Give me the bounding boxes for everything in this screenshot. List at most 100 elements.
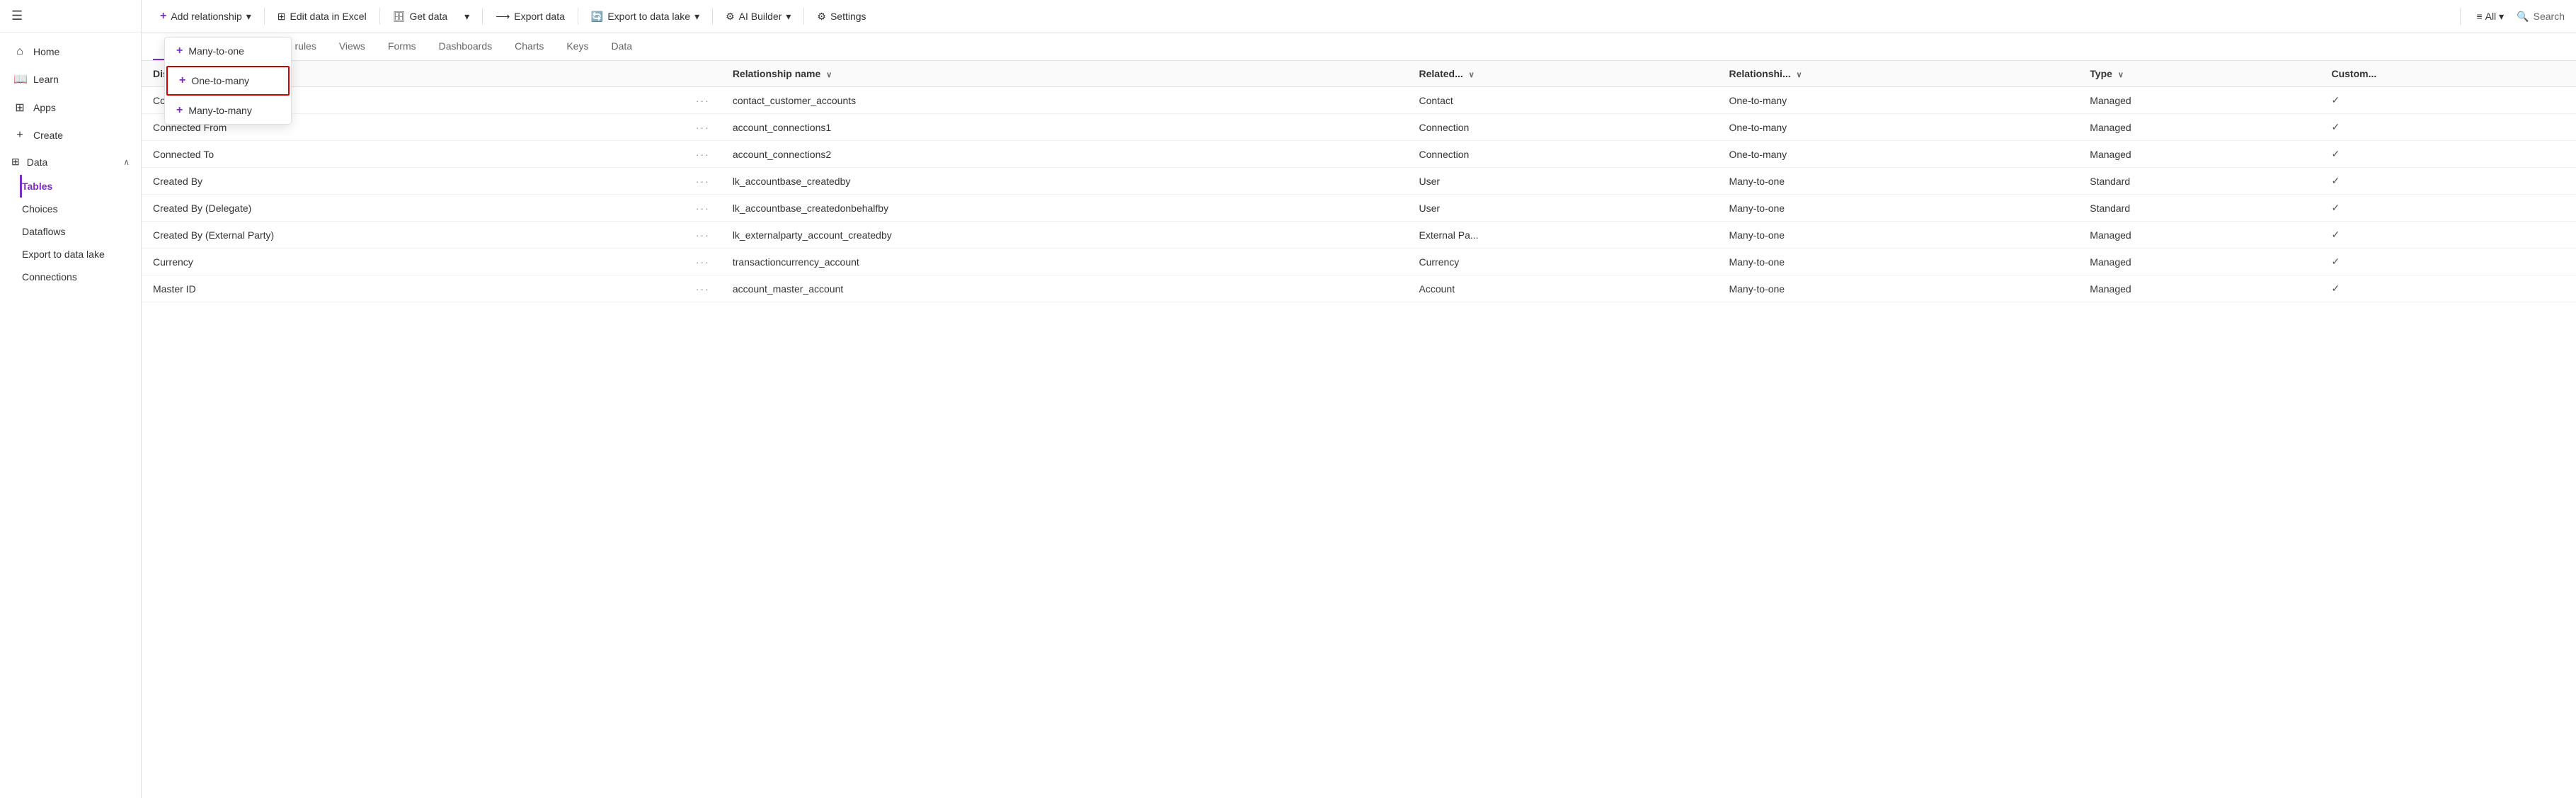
cell-relationship-type: Many-to-one xyxy=(1717,195,2078,222)
cell-relationship-type: One-to-many xyxy=(1717,87,2078,114)
cell-related: Contact xyxy=(1408,87,1718,114)
hamburger-menu[interactable]: ☰ xyxy=(11,8,23,23)
tabs-bar: Relationships Business rules Views Forms… xyxy=(142,33,2576,61)
cell-dots[interactable]: ··· xyxy=(685,141,721,168)
cell-dots[interactable]: ··· xyxy=(685,275,721,302)
cell-dots[interactable]: ··· xyxy=(685,87,721,114)
cell-relationship-type: One-to-many xyxy=(1717,141,2078,168)
apps-icon: ⊞ xyxy=(13,101,26,115)
all-filter-button[interactable]: ≡ All ▾ xyxy=(2469,6,2511,27)
cell-custom: ✓ xyxy=(2320,222,2576,249)
tab-dashboards[interactable]: Dashboards xyxy=(428,33,504,60)
tab-keys-label: Keys xyxy=(566,40,588,52)
sidebar-item-learn[interactable]: 📖 Learn xyxy=(0,65,141,93)
sidebar-item-apps-label: Apps xyxy=(33,102,56,113)
settings-label: Settings xyxy=(830,11,866,22)
cell-relationship-type: Many-to-one xyxy=(1717,222,2078,249)
rel-type-sort: ∨ xyxy=(1797,70,1802,79)
data-chevron-icon: ∧ xyxy=(123,157,130,167)
one-to-many-option[interactable]: + One-to-many xyxy=(166,66,290,96)
export-lake-button[interactable]: 🔄 Export to data lake ▾ xyxy=(584,6,706,27)
cell-relationship-name: account_connections1 xyxy=(721,114,1408,141)
cell-type: Managed xyxy=(2078,141,2320,168)
add-relationship-button[interactable]: + Add relationship ▾ xyxy=(153,6,258,27)
toolbar: + Add relationship ▾ + Many-to-one + One… xyxy=(142,0,2576,33)
cell-display-name: Created By xyxy=(142,168,685,195)
many-to-one-option[interactable]: + Many-to-one xyxy=(165,38,291,64)
col-header-related[interactable]: Related... ∨ xyxy=(1408,61,1718,87)
all-filter-label: All xyxy=(2485,11,2497,22)
cell-dots[interactable]: ··· xyxy=(685,222,721,249)
cell-dots[interactable]: ··· xyxy=(685,249,721,275)
sidebar-item-home[interactable]: ⌂ Home xyxy=(0,38,141,65)
tab-data[interactable]: Data xyxy=(600,33,643,60)
tab-forms[interactable]: Forms xyxy=(377,33,428,60)
ai-builder-button[interactable]: ⚙ AI Builder ▾ xyxy=(719,6,798,27)
cell-relationship-name: lk_accountbase_createdonbehalfby xyxy=(721,195,1408,222)
sidebar-item-tables[interactable]: Tables xyxy=(20,175,141,198)
export-data-label: Export data xyxy=(514,11,565,22)
export-data-icon: ⟶ xyxy=(496,11,510,23)
cell-related: Account xyxy=(1408,275,1718,302)
col-header-relationship-name[interactable]: Relationship name ∨ xyxy=(721,61,1408,87)
col-header-rel-type[interactable]: Relationshi... ∨ xyxy=(1717,61,2078,87)
sidebar-item-create-label: Create xyxy=(33,130,63,141)
cell-display-name: Created By (Delegate) xyxy=(142,195,685,222)
one-to-many-plus-icon: + xyxy=(179,74,185,87)
sidebar-nav: ⌂ Home 📖 Learn ⊞ Apps + Create ⊞ Data ∧ … xyxy=(0,33,141,294)
export-lake-label: Export to data lake xyxy=(22,249,105,260)
export-data-button[interactable]: ⟶ Export data xyxy=(488,6,572,27)
tab-views[interactable]: Views xyxy=(328,33,377,60)
sidebar-data-label: Data xyxy=(27,156,48,168)
sidebar-item-connections[interactable]: Connections xyxy=(20,266,141,288)
relationship-dropdown: + Many-to-one + One-to-many + Many-to-ma… xyxy=(164,37,292,125)
tab-forms-label: Forms xyxy=(388,40,416,52)
col-header-custom[interactable]: Custom... xyxy=(2320,61,2576,87)
cell-dots[interactable]: ··· xyxy=(685,168,721,195)
cell-dots[interactable]: ··· xyxy=(685,195,721,222)
cell-dots[interactable]: ··· xyxy=(685,114,721,141)
search-button[interactable]: 🔍 Search xyxy=(2517,11,2565,23)
many-to-many-label: Many-to-many xyxy=(188,105,251,116)
many-to-many-option[interactable]: + Many-to-many xyxy=(165,97,291,124)
edit-excel-button[interactable]: ⊞ Edit data in Excel xyxy=(270,6,374,27)
cell-type: Standard xyxy=(2078,168,2320,195)
col-header-dots xyxy=(685,61,721,87)
sidebar-item-home-label: Home xyxy=(33,46,59,57)
sidebar-item-dataflows[interactable]: Dataflows xyxy=(20,220,141,243)
main-content: + Add relationship ▾ + Many-to-one + One… xyxy=(142,0,2576,798)
table-row: Created By ··· lk_accountbase_createdby … xyxy=(142,168,2576,195)
sidebar-item-apps[interactable]: ⊞ Apps xyxy=(0,93,141,122)
get-data-button[interactable]: 🗄 Get data xyxy=(386,6,454,27)
get-data-chevron-button[interactable]: ▾ xyxy=(457,6,476,27)
col-header-type[interactable]: Type ∨ xyxy=(2078,61,2320,87)
cell-relationship-type: Many-to-one xyxy=(1717,275,2078,302)
cell-type: Managed xyxy=(2078,87,2320,114)
cell-relationship-type: Many-to-one xyxy=(1717,168,2078,195)
cell-related: Connection xyxy=(1408,114,1718,141)
table-row: Master ID ··· account_master_account Acc… xyxy=(142,275,2576,302)
cell-related: External Pa... xyxy=(1408,222,1718,249)
type-sort: ∨ xyxy=(2118,70,2124,79)
sidebar: ☰ ⌂ Home 📖 Learn ⊞ Apps + Create ⊞ Data … xyxy=(0,0,142,798)
connections-label: Connections xyxy=(22,271,77,283)
settings-button[interactable]: ⚙ Settings xyxy=(810,6,873,27)
sidebar-item-learn-label: Learn xyxy=(33,74,59,85)
add-relationship-container: + Add relationship ▾ + Many-to-one + One… xyxy=(153,6,258,27)
export-lake-chevron-icon: ▾ xyxy=(694,11,699,23)
tab-keys[interactable]: Keys xyxy=(555,33,600,60)
edit-excel-label: Edit data in Excel xyxy=(290,11,367,22)
tab-charts[interactable]: Charts xyxy=(503,33,555,60)
cell-related: Connection xyxy=(1408,141,1718,168)
sidebar-item-export-lake[interactable]: Export to data lake xyxy=(20,243,141,266)
sidebar-item-choices[interactable]: Choices xyxy=(20,198,141,220)
cell-relationship-type: Many-to-one xyxy=(1717,249,2078,275)
cell-relationship-type: One-to-many xyxy=(1717,114,2078,141)
create-icon: + xyxy=(13,129,26,142)
sidebar-top: ☰ xyxy=(0,0,141,33)
sidebar-data-left: ⊞ Data xyxy=(11,156,47,168)
home-icon: ⌂ xyxy=(13,45,26,58)
sidebar-item-data[interactable]: ⊞ Data ∧ xyxy=(0,149,141,175)
settings-icon: ⚙ xyxy=(817,11,826,23)
sidebar-item-create[interactable]: + Create xyxy=(0,122,141,149)
